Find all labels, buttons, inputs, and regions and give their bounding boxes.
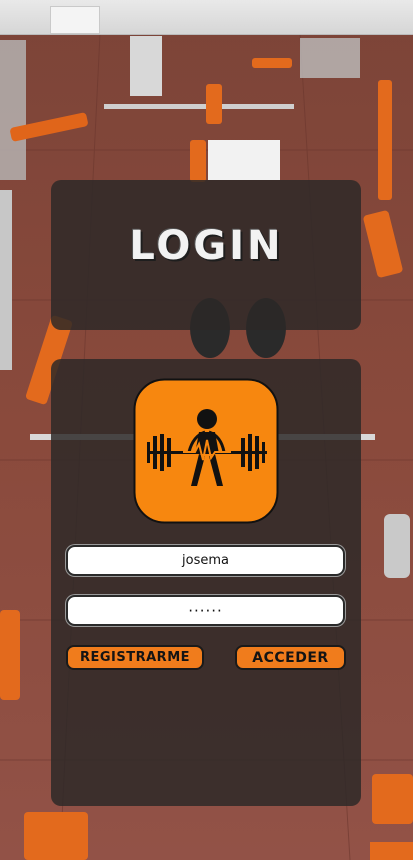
register-button[interactable]: REGISTRARME bbox=[66, 645, 204, 670]
ceiling-strip bbox=[0, 0, 413, 35]
username-input[interactable] bbox=[66, 545, 345, 576]
password-input[interactable] bbox=[66, 595, 345, 626]
submit-login-button[interactable]: ACCEDER bbox=[235, 645, 346, 670]
page-title: LOGIN bbox=[129, 223, 284, 269]
weightlifter-heartbeat-icon bbox=[133, 378, 279, 524]
ceiling-vent bbox=[50, 6, 100, 34]
login-screen: LOGIN REGISTRARME ACCEDER bbox=[0, 0, 413, 860]
